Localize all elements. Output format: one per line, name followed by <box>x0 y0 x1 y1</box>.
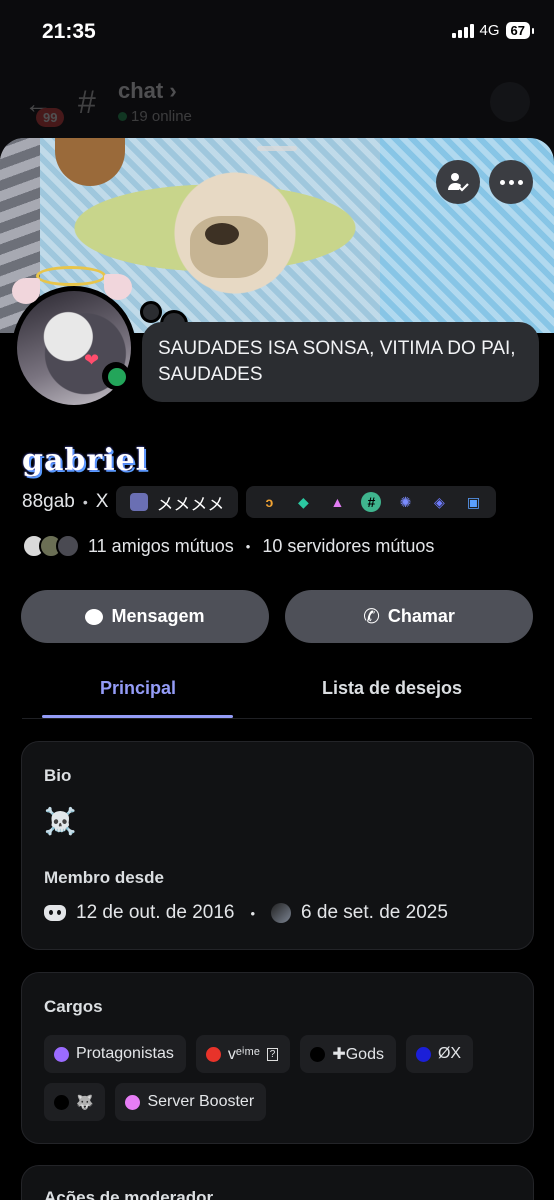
roles-card: Cargos Protagonistas vᵉⁱᵐᵉ? ✚Gods ØX 🐺 S… <box>21 972 534 1144</box>
moderator-actions-card[interactable]: Ações de moderador <box>21 1165 534 1200</box>
banner-ear <box>55 138 125 186</box>
role-color-dot <box>54 1046 69 1062</box>
pronouns: X <box>95 491 109 512</box>
member-since-title: Membro desde <box>44 868 164 887</box>
hypesquad-icon[interactable]: ↄ <box>258 491 280 513</box>
status-time: 21:35 <box>42 20 96 43</box>
role-pill[interactable]: vᵉⁱᵐᵉ? <box>195 1035 291 1073</box>
role-emblem-icon: 🐺 <box>76 1093 94 1110</box>
thought-bubble-dot <box>140 301 162 323</box>
about-card: Bio ☠️ Membro desde 12 de out. de 2016 •… <box>21 741 534 950</box>
unread-badge: 99 <box>36 108 65 127</box>
server-join-date: 6 de set. de 2025 <box>301 902 448 923</box>
nitro-icon[interactable]: ◈ <box>428 491 450 513</box>
bio-title: Bio <box>44 766 72 785</box>
gift-icon[interactable]: ▣ <box>462 491 484 513</box>
role-color-dot <box>310 1046 326 1062</box>
hash-channel-icon: # <box>78 84 96 120</box>
custom-status: SAUDADES ISA SONSA, VITIMA DO PAI, SAUDA… <box>142 322 539 402</box>
guild-tag[interactable]: メメメメ <box>116 486 239 518</box>
wing-right-decoration <box>104 274 132 300</box>
online-status-icon <box>108 368 126 386</box>
sheet-grabber[interactable] <box>257 146 297 151</box>
tab-divider <box>22 718 532 719</box>
tab-wishlist[interactable]: Lista de desejos <box>322 678 462 699</box>
mutual-avatars <box>22 534 80 558</box>
username[interactable]: 88gab <box>22 491 75 513</box>
role-color-dot <box>415 1046 431 1062</box>
profile-sheet: ❤ SAUDADES ISA SONSA, VITIMA DO PAI, SAU… <box>0 138 554 1200</box>
friend-status-button[interactable] <box>436 160 480 204</box>
network-label: 4G <box>479 22 500 39</box>
member-since-row: 12 de out. de 2016 • 6 de set. de 2025 <box>44 902 448 924</box>
hash-icon[interactable]: # <box>360 491 382 513</box>
badge-list: ↄ ◆ ▲ # ✺ ◈ ▣ <box>246 486 497 518</box>
role-pill[interactable]: ØX <box>405 1035 474 1073</box>
battery-icon: 67 <box>505 22 535 39</box>
call-label: Chamar <box>387 606 455 626</box>
role-pill[interactable]: 🐺 <box>44 1083 106 1121</box>
bio-text: ☠️ <box>44 806 77 836</box>
status-indicators: 4G 67 <box>451 22 535 39</box>
separator: • <box>245 538 251 554</box>
triangle-icon[interactable]: ▲ <box>326 491 348 513</box>
discord-icon <box>44 905 66 921</box>
moderator-title: Ações de moderador <box>44 1188 214 1200</box>
channel-title: chat › <box>118 78 177 103</box>
role-color-dot <box>205 1046 221 1062</box>
more-options-button[interactable] <box>489 160 533 204</box>
halo-decoration <box>36 266 106 286</box>
online-count: 19 online <box>118 108 192 125</box>
banner-nose <box>205 223 239 245</box>
separator: • <box>82 494 88 510</box>
wing-left-decoration <box>12 278 40 304</box>
friend-check-icon <box>448 173 469 192</box>
guild-tag-label: メメメメ <box>156 494 225 514</box>
guild-tag-icon <box>130 493 149 511</box>
gear-badge-icon[interactable]: ✺ <box>394 491 416 513</box>
background-chat-header: ← 99 # chat › 19 online <box>0 70 554 140</box>
signal-icon <box>451 23 474 38</box>
role-color-dot <box>125 1094 141 1110</box>
roles-title: Cargos <box>44 997 103 1016</box>
active-tab-indicator <box>42 715 233 718</box>
role-pill[interactable]: ✚Gods <box>300 1035 396 1073</box>
more-icon <box>499 179 523 185</box>
quest-icon[interactable]: ◆ <box>292 491 314 513</box>
role-pill[interactable]: Protagonistas <box>44 1035 186 1073</box>
heart-icon: ❤ <box>84 350 100 370</box>
server-icon <box>271 903 292 923</box>
tab-principal[interactable]: Principal <box>100 678 176 699</box>
username-row: 88gab • X メメメメ ↄ ◆ ▲ # ✺ ◈ ▣ <box>22 486 497 518</box>
mutuals-row[interactable]: 11 amigos mútuos • 10 servidores mútuos <box>22 534 434 558</box>
mutual-servers[interactable]: 10 servidores mútuos <box>262 536 434 557</box>
display-name: gabriel <box>22 443 149 478</box>
role-list: Protagonistas vᵉⁱᵐᵉ? ✚Gods ØX 🐺 Server B… <box>44 1035 514 1121</box>
call-button[interactable]: ✆ Chamar <box>285 590 533 643</box>
role-pill[interactable]: Server Booster <box>115 1083 267 1121</box>
separator: • <box>250 905 256 921</box>
mutual-friends[interactable]: 11 amigos mútuos <box>88 536 234 557</box>
role-color-dot <box>54 1094 69 1110</box>
speech-bubble-icon <box>85 608 104 625</box>
role-emblem-icon: ? <box>266 1047 279 1061</box>
message-button[interactable]: Mensagem <box>21 590 269 643</box>
discord-join-date: 12 de out. de 2016 <box>76 902 235 923</box>
search-icon <box>490 82 530 122</box>
phone-icon: ✆ <box>363 606 380 628</box>
message-label: Mensagem <box>111 606 205 626</box>
